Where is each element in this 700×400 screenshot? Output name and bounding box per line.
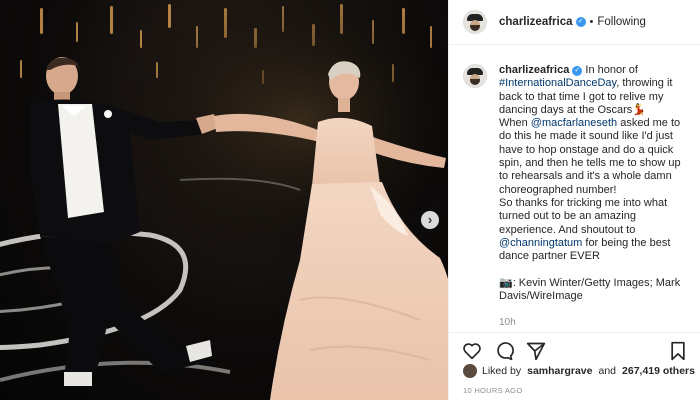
post-time-ago[interactable]: 10 HOURS AGO xyxy=(463,386,522,395)
action-bar xyxy=(449,332,700,362)
hashtag-link[interactable]: #InternationalDanceDay xyxy=(499,77,616,89)
post-photo[interactable]: › xyxy=(0,0,448,400)
heart-icon[interactable] xyxy=(461,340,483,362)
share-icon[interactable] xyxy=(525,340,547,362)
following-button[interactable]: Following xyxy=(597,16,646,28)
mention-link-macfarlaneseth[interactable]: @macfarlaneseth xyxy=(531,117,617,129)
post-caption: charlizeafrica ✓ In honor of #Internation… xyxy=(499,64,687,303)
post-side-panel: charlizeafrica ✓ • Following charlizeafr… xyxy=(448,0,700,400)
caption-text-3: asked me to do this he made it sound lik… xyxy=(499,117,681,236)
header-username[interactable]: charlizeafrica xyxy=(499,16,573,28)
likes-count[interactable]: 267,419 others xyxy=(622,365,695,377)
caption-verified-badge-icon: ✓ xyxy=(572,66,583,76)
caption-username[interactable]: charlizeafrica xyxy=(499,64,569,76)
post-header: charlizeafrica ✓ • Following xyxy=(449,0,700,45)
likes-joiner: and xyxy=(598,365,617,377)
liker-avatar[interactable] xyxy=(463,364,477,378)
header-separator: • xyxy=(589,16,594,28)
verified-badge-icon: ✓ xyxy=(575,17,586,27)
caption-row: charlizeafrica ✓ In honor of #Internation… xyxy=(463,64,687,303)
caption-text-1: In honor of xyxy=(582,64,642,76)
likes-prefix: Liked by xyxy=(482,365,522,377)
dance-scene-illustration xyxy=(0,0,448,400)
caption-age: 10h xyxy=(499,317,516,329)
avatar[interactable] xyxy=(463,10,487,34)
likes-line: Liked by samhargrave and 267,419 others xyxy=(463,364,699,378)
bookmark-icon[interactable] xyxy=(667,340,689,362)
carousel-next-button[interactable]: › xyxy=(421,211,439,229)
comment-icon[interactable] xyxy=(493,340,515,362)
mention-link-channingtatum[interactable]: @channingtatum xyxy=(499,237,582,249)
liker-username[interactable]: samhargrave xyxy=(527,365,592,377)
caption-avatar[interactable] xyxy=(463,64,487,88)
comments-area: charlizeafrica ✓ In honor of #Internation… xyxy=(449,46,700,332)
